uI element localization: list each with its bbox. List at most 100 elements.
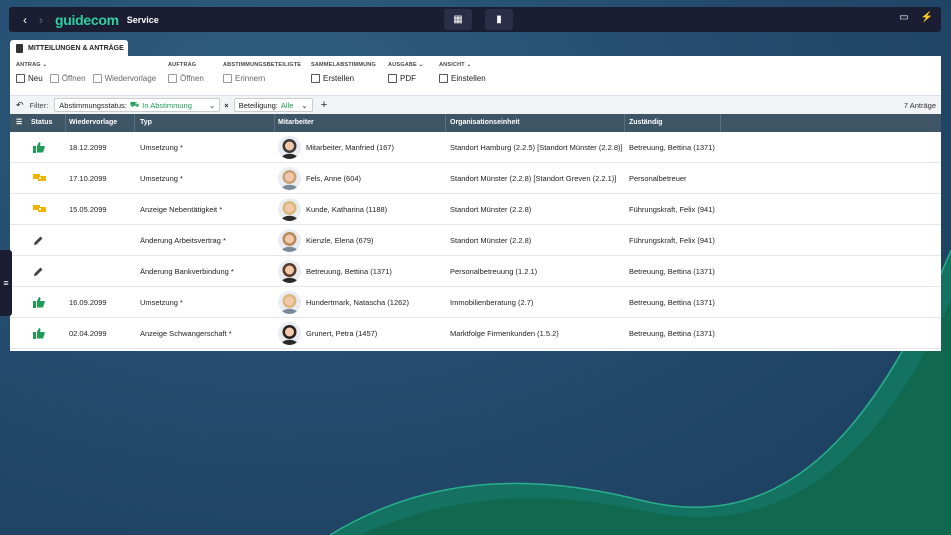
typ-cell: Umsetzung * [140, 174, 183, 183]
tab-label: MITTEILUNGEN & ANTRÄGE [28, 45, 124, 52]
organisation-cell: Marktfolge Firmenkunden (1.5.2) [450, 329, 559, 338]
zustaendig-cell: Führungskraft, Felix (941) [629, 236, 715, 245]
organisation-cell: Standort Hamburg (2.2.5) [Standort Münst… [450, 143, 623, 152]
monitor-icon[interactable]: ▭ [899, 12, 908, 23]
column-zustaendig[interactable]: Zuständig [629, 119, 662, 126]
logo: guidecom [55, 11, 119, 28]
typ-cell: Anzeige Schwangerschaft * [140, 329, 232, 338]
table-row[interactable]: 16.09.2099 Umsetzung * Hundertmark, Natasc… [10, 287, 941, 318]
menu-icon: ≡ [3, 278, 9, 288]
top-bar: ‹ › guidecom Service ▦ ▮ ▭ ⚡ [9, 7, 941, 32]
einstellen-button[interactable]: Einstellen [439, 74, 486, 83]
organisation-cell: Standort Münster (2.2.8) [450, 205, 532, 214]
zustaendig-cell: Betreuung, Bettina (1371) [629, 143, 715, 152]
open-icon [49, 74, 59, 83]
avatar [278, 260, 301, 283]
zustaendig-cell: Betreuung, Bettina (1371) [629, 329, 715, 338]
group-title: ANTRAG [16, 62, 41, 68]
pencil-icon [33, 235, 44, 248]
table-row[interactable]: 17.10.2099 Umsetzung * Fels, Anne (604) Sta… [10, 163, 941, 194]
column-menu-icon[interactable]: ☰ [16, 118, 22, 126]
ribbon-group-auftrag: AUFTRAG Öffnen [168, 62, 204, 83]
wiedervorlage-cell: 15.05.2099 [69, 205, 107, 214]
handshake-icon: ⛟ [129, 100, 140, 109]
typ-cell: Umsetzung * [140, 298, 183, 307]
filter-bar: ↶ Filter: Abstimmungsstatus: ⛟ In Abstim… [10, 95, 941, 114]
group-title: ABSTIMMUNGSBETEILIGTE [223, 62, 302, 68]
ribbon-group-antrag: ANTRAG ⌄ Neu Öffnen Wiedervorlage [16, 62, 157, 83]
new-button[interactable]: Neu [16, 74, 43, 83]
document-icon [16, 44, 23, 53]
open-button[interactable]: Öffnen [49, 74, 86, 83]
erstellen-button[interactable]: Erstellen [311, 74, 354, 83]
table-row[interactable]: Änderung Arbeitsvertrag * Kienzle, Elena … [10, 225, 941, 256]
zustaendig-cell: Betreuung, Bettina (1371) [629, 298, 715, 307]
new-icon [16, 74, 25, 83]
open-icon [168, 74, 177, 83]
chevron-right-icon[interactable]: › [33, 13, 49, 27]
beteiligung-filter[interactable]: Beteiligung: Alle ⌄ [233, 98, 313, 112]
erinnern-button[interactable]: Erinnern [223, 74, 265, 83]
app-title: Service [126, 14, 159, 25]
wiedervorlage-cell: 02.04.2099 [69, 329, 107, 338]
typ-cell: Änderung Arbeitsvertrag * [140, 236, 226, 245]
filter-label: Filter: [29, 100, 49, 110]
zustaendig-cell: Führungskraft, Felix (941) [629, 205, 715, 214]
column-organisationseinheit[interactable]: Organisationseinheit [450, 119, 520, 126]
document-button[interactable]: ▮ [485, 9, 513, 30]
organisation-cell: Standort Münster (2.2.8) [Standort Greve… [450, 174, 617, 183]
column-wiedervorlage[interactable]: Wiedervorlage [69, 119, 117, 126]
group-title: ANSICHT [439, 62, 465, 68]
chevron-down-icon: ⌄ [209, 100, 216, 110]
auftrag-open-button[interactable]: Öffnen [168, 74, 204, 83]
typ-cell: Änderung Bankverbindung * [140, 267, 234, 276]
mitarbeiter-cell: Mitarbeiter, Manfried (167) [306, 143, 394, 152]
mitarbeiter-cell: Fels, Anne (604) [306, 174, 362, 183]
result-count: 7 Anträge [903, 101, 936, 110]
handshake-icon [33, 173, 46, 184]
column-status[interactable]: Status [31, 119, 52, 126]
wiedervorlage-button[interactable]: Wiedervorlage [92, 74, 156, 83]
ribbon-group-sammel: SAMMELABSTIMMUNG Erstellen [311, 62, 376, 83]
avatar [278, 198, 301, 221]
wiedervorlage-cell: 17.10.2099 [69, 174, 107, 183]
avatar [278, 291, 301, 314]
zustaendig-cell: Betreuung, Bettina (1371) [629, 267, 715, 276]
avatar [278, 322, 301, 345]
sidebar-toggle[interactable]: ≡ [0, 250, 12, 316]
organisation-cell: Standort Münster (2.2.8) [450, 236, 532, 245]
group-title: AUSGABE [388, 62, 417, 68]
mail-icon [223, 74, 232, 83]
thumbs-up-icon [33, 328, 45, 341]
wiedervorlage-cell: 18.12.2099 [69, 143, 107, 152]
chevron-left-icon[interactable]: ‹ [17, 13, 33, 27]
vote-icon [311, 74, 320, 83]
pdf-icon [388, 74, 397, 83]
table-row[interactable]: 15.05.2099 Anzeige Nebentätigkeit * Kunde,… [10, 194, 941, 225]
undo-icon[interactable]: ↶ [16, 100, 24, 111]
add-filter-icon[interactable]: + [321, 99, 327, 111]
column-typ[interactable]: Typ [140, 119, 152, 126]
mitarbeiter-cell: Grunert, Petra (1457) [306, 329, 378, 338]
calendar-icon [92, 74, 102, 83]
pdf-button[interactable]: PDF [388, 74, 416, 83]
dashboard-button[interactable]: ▦ [444, 9, 472, 30]
ribbon: ANTRAG ⌄ Neu Öffnen Wiedervorlage AUFTRA… [10, 56, 941, 94]
thumbs-up-icon [33, 142, 45, 155]
mitarbeiter-cell: Kienzle, Elena (679) [306, 236, 374, 245]
pencil-icon [33, 266, 44, 279]
ribbon-group-ausgabe: AUSGABE ⌄ PDF [388, 62, 424, 83]
tab-mitteilungen[interactable]: MITTEILUNGEN & ANTRÄGE [10, 40, 128, 57]
table-row[interactable]: Änderung Bankverbindung * Betreuung, Bett… [10, 256, 941, 287]
status-filter[interactable]: Abstimmungsstatus: ⛟ In Abstimmung ⌄ [54, 98, 221, 112]
lightning-icon[interactable]: ⚡ [921, 12, 933, 23]
table-row[interactable]: 18.12.2099 Umsetzung * Mitarbeiter, Manfri… [10, 132, 941, 163]
column-mitarbeiter[interactable]: Mitarbeiter [278, 119, 314, 126]
thumbs-up-icon [33, 297, 45, 310]
typ-cell: Umsetzung * [140, 143, 183, 152]
avatar [278, 167, 301, 190]
table-row[interactable]: 02.04.2099 Anzeige Schwangerschaft * Grune… [10, 318, 941, 349]
chevron-down-icon: ⌄ [301, 100, 308, 110]
clear-filter-icon[interactable]: × [224, 101, 228, 110]
document-icon: ▮ [496, 14, 502, 25]
